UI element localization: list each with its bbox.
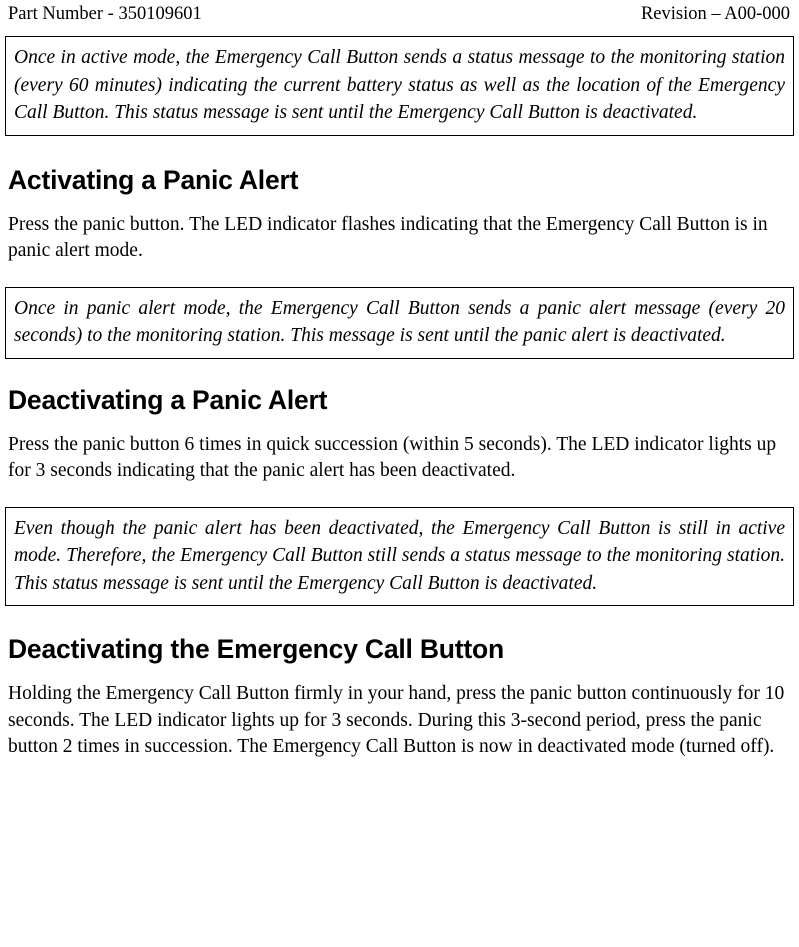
- header-revision: Revision – A00-000: [640, 4, 790, 24]
- section-body-deactivating-emergency-call-button: Holding the Emergency Call Button firmly…: [8, 683, 785, 757]
- section-heading-deactivating-panic-alert: Deactivating a Panic Alert: [8, 384, 328, 415]
- note-text-still-active-mode: Even though the panic alert has been dea…: [14, 517, 785, 594]
- note-box-panic-alert-mode: Once in panic alert mode, the Emergency …: [5, 286, 794, 359]
- note-box-still-active-mode: Even though the panic alert has been dea…: [5, 506, 794, 606]
- page-header: Part Number - 350109601 Revision – A00-0…: [0, 0, 799, 30]
- section-heading-deactivating-emergency-call-button: Deactivating the Emergency Call Button: [8, 634, 505, 664]
- section-body-activating-panic-alert: Press the panic button. The LED indicato…: [8, 213, 768, 262]
- note-text-active-mode: Once in active mode, the Emergency Call …: [14, 47, 785, 123]
- section-heading-activating-panic-alert: Activating a Panic Alert: [8, 164, 299, 195]
- note-text-panic-alert-mode: Once in panic alert mode, the Emergency …: [14, 297, 785, 347]
- section-body-deactivating-panic-alert: Press the panic button 6 times in quick …: [8, 433, 777, 482]
- document-content: Once in active mode, the Emergency Call …: [0, 36, 799, 761]
- document-page: Part Number - 350109601 Revision – A00-0…: [0, 0, 799, 947]
- note-box-active-mode: Once in active mode, the Emergency Call …: [5, 36, 794, 136]
- header-part-number: Part Number - 350109601: [8, 4, 202, 24]
